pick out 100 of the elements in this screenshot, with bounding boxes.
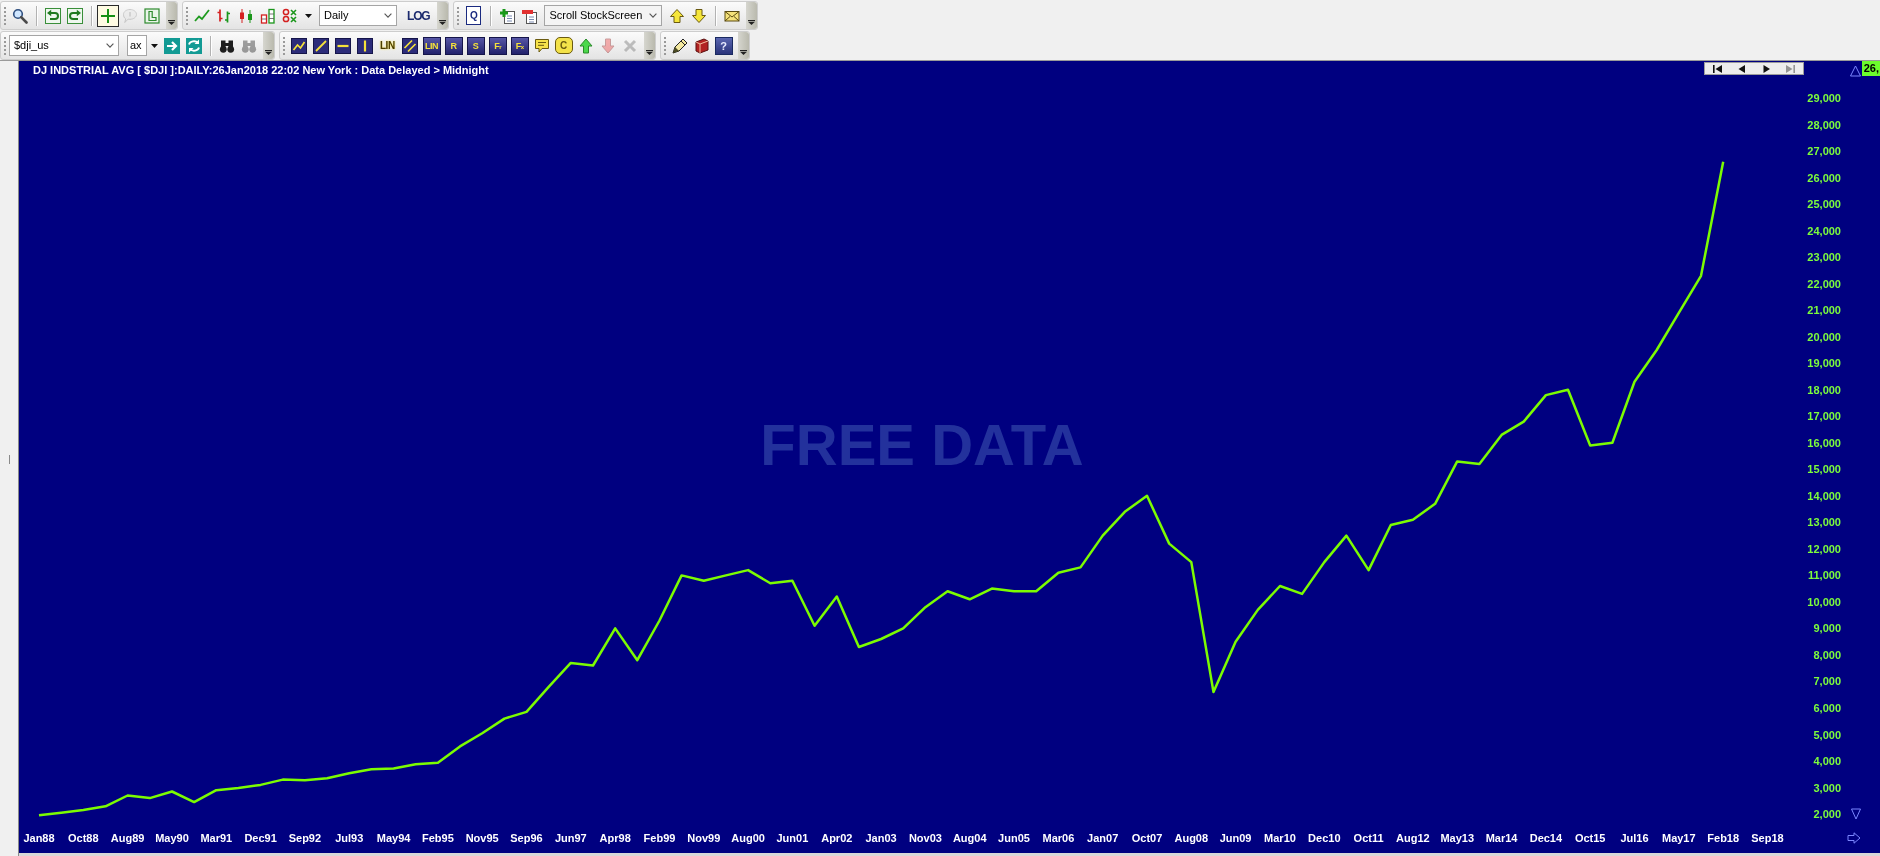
y-axis-label: 2,000 — [1813, 807, 1841, 821]
skip-start-icon — [1712, 64, 1722, 73]
x-axis-label: Mar10 — [1264, 832, 1296, 844]
caret-icon — [645, 50, 653, 55]
x-axis-label: Jan07 — [1087, 832, 1119, 844]
chevron-down-icon — [649, 13, 658, 18]
y-axis-label: 17,000 — [1807, 409, 1841, 424]
x-axis-label: Aug12 — [1396, 832, 1430, 844]
drawing-tool-button[interactable]: S — [466, 36, 485, 55]
x-axis-label: Nov95 — [465, 832, 499, 844]
cross-icon — [621, 37, 638, 54]
x-axis-label: Aug08 — [1174, 832, 1209, 844]
toolbar-overflow-button[interactable] — [263, 32, 274, 59]
document-button[interactable]: Q — [466, 6, 482, 25]
x-axis-label: Apr98 — [599, 832, 631, 844]
splitter-handle-icon[interactable] — [8, 455, 11, 464]
crosshair-button[interactable] — [97, 4, 119, 27]
suffix-field[interactable]: ax — [127, 35, 147, 56]
x-axis-label: Jul16 — [1620, 832, 1649, 844]
y-axis-label: 18,000 — [1807, 382, 1841, 397]
x-axis-label: Sep92 — [288, 832, 322, 844]
caret-icon — [150, 43, 158, 48]
speech-bubble-icon — [122, 7, 138, 24]
x-axis-label: Oct07 — [1131, 832, 1163, 844]
x-axis-label: Mar91 — [200, 832, 233, 844]
down-arrow-icon — [599, 37, 616, 54]
drawing-tool-button[interactable]: R — [444, 36, 463, 55]
toolbar-overflow-button[interactable] — [166, 2, 177, 29]
scroll-up-icon[interactable] — [1850, 65, 1861, 77]
toolbar-overflow-button[interactable] — [746, 2, 758, 29]
previous-icon — [1737, 64, 1747, 73]
x-axis-label: Jun05 — [998, 832, 1030, 844]
x-axis-label: Dec91 — [244, 832, 277, 844]
y-axis-label: 9,000 — [1813, 621, 1841, 636]
y-axis-label: 11,000 — [1807, 568, 1841, 583]
y-axis-label: 19,000 — [1807, 356, 1841, 371]
y-axis-label: 7,000 — [1813, 674, 1841, 689]
scroll-right-icon[interactable] — [1847, 832, 1861, 844]
y-axis-label: 20,000 — [1807, 329, 1841, 344]
x-axis-label: Jan88 — [23, 832, 55, 844]
x-axis-label: Jul93 — [335, 832, 364, 844]
toolbar-overflow-button[interactable] — [437, 2, 449, 29]
y-axis-label: 16,000 — [1807, 435, 1841, 450]
chevron-down-icon — [384, 13, 392, 18]
diagonal-line-icon — [313, 37, 329, 54]
drawing-tool-button[interactable]: LIN — [422, 36, 441, 55]
symbol-select[interactable]: $dji_us — [9, 35, 119, 56]
toolbar-overflow-button[interactable] — [737, 32, 749, 59]
y-axis-label: 26,000 — [1807, 170, 1841, 185]
y-axis-label: 14,000 — [1807, 488, 1841, 503]
book-icon — [693, 37, 710, 54]
x-axis-label: Oct11 — [1353, 832, 1384, 844]
magnifier-icon — [12, 7, 28, 24]
caret-icon — [748, 20, 756, 25]
angle-square-icon — [144, 7, 160, 24]
caret-icon — [439, 20, 447, 25]
zigzag-icon — [291, 37, 307, 54]
y-axis-label: 3,000 — [1813, 780, 1841, 795]
y-axis-label: 25,000 — [1807, 197, 1841, 212]
caret-icon — [304, 13, 312, 18]
x-axis-label: Feb18 — [1707, 832, 1740, 844]
help-button[interactable]: ? — [714, 36, 733, 55]
pencil-icon — [671, 37, 688, 54]
arrow-right-icon — [164, 37, 180, 54]
y-axis-label: 5,000 — [1813, 727, 1841, 742]
x-axis-label: Feb95 — [422, 832, 454, 844]
y-axis-label: 15,000 — [1807, 462, 1841, 477]
x-axis-label: Mar14 — [1485, 832, 1518, 844]
screen-select[interactable]: Scroll StockScreen — [544, 5, 663, 26]
y-axis-label: 4,000 — [1813, 754, 1841, 768]
add-document-icon — [499, 7, 516, 24]
caret-icon — [168, 20, 175, 25]
y-axis-label: 10,000 — [1807, 594, 1841, 609]
x-axis-label: Sep96 — [510, 832, 543, 844]
up-arrow-icon — [577, 37, 594, 54]
x-axis-label: Mar06 — [1042, 832, 1075, 844]
x-axis-label: Jan03 — [865, 832, 897, 844]
y-axis-label: 24,000 — [1807, 223, 1841, 238]
y-axis-label: 27,000 — [1807, 144, 1841, 159]
refresh-icon — [186, 37, 202, 54]
y-axis-label: 21,000 — [1807, 303, 1841, 318]
log-scale-button[interactable]: LOG — [405, 4, 432, 27]
point-figure-icon — [282, 7, 298, 24]
x-axis-label: May13 — [1440, 832, 1474, 844]
chart-title: DJ INDSTRIAL AVG [ $DJI ]:DAILY:26Jan2018 22:02 New York : Data Delayed > Midnight — [33, 64, 489, 76]
crosshair-icon — [100, 7, 116, 24]
x-axis-label: Jun01 — [776, 832, 809, 844]
x-axis-label: Aug00 — [731, 832, 765, 844]
x-axis-label: Nov03 — [908, 832, 942, 844]
drawing-tool-button[interactable]: LIN — [378, 36, 397, 55]
x-axis-label: Dec14 — [1529, 832, 1563, 844]
y-axis-label: 12,000 — [1807, 541, 1841, 556]
x-axis-label: Nov99 — [687, 832, 721, 844]
x-axis-label: Jun09 — [1219, 832, 1252, 844]
remove-document-icon — [521, 7, 538, 24]
toolbar-overflow-button[interactable] — [643, 32, 655, 59]
timeframe-select[interactable]: Daily — [319, 5, 397, 26]
down-arrow-icon — [691, 7, 708, 24]
drawing-tool-button[interactable]: C — [554, 37, 573, 54]
scroll-down-icon[interactable] — [1851, 808, 1861, 820]
